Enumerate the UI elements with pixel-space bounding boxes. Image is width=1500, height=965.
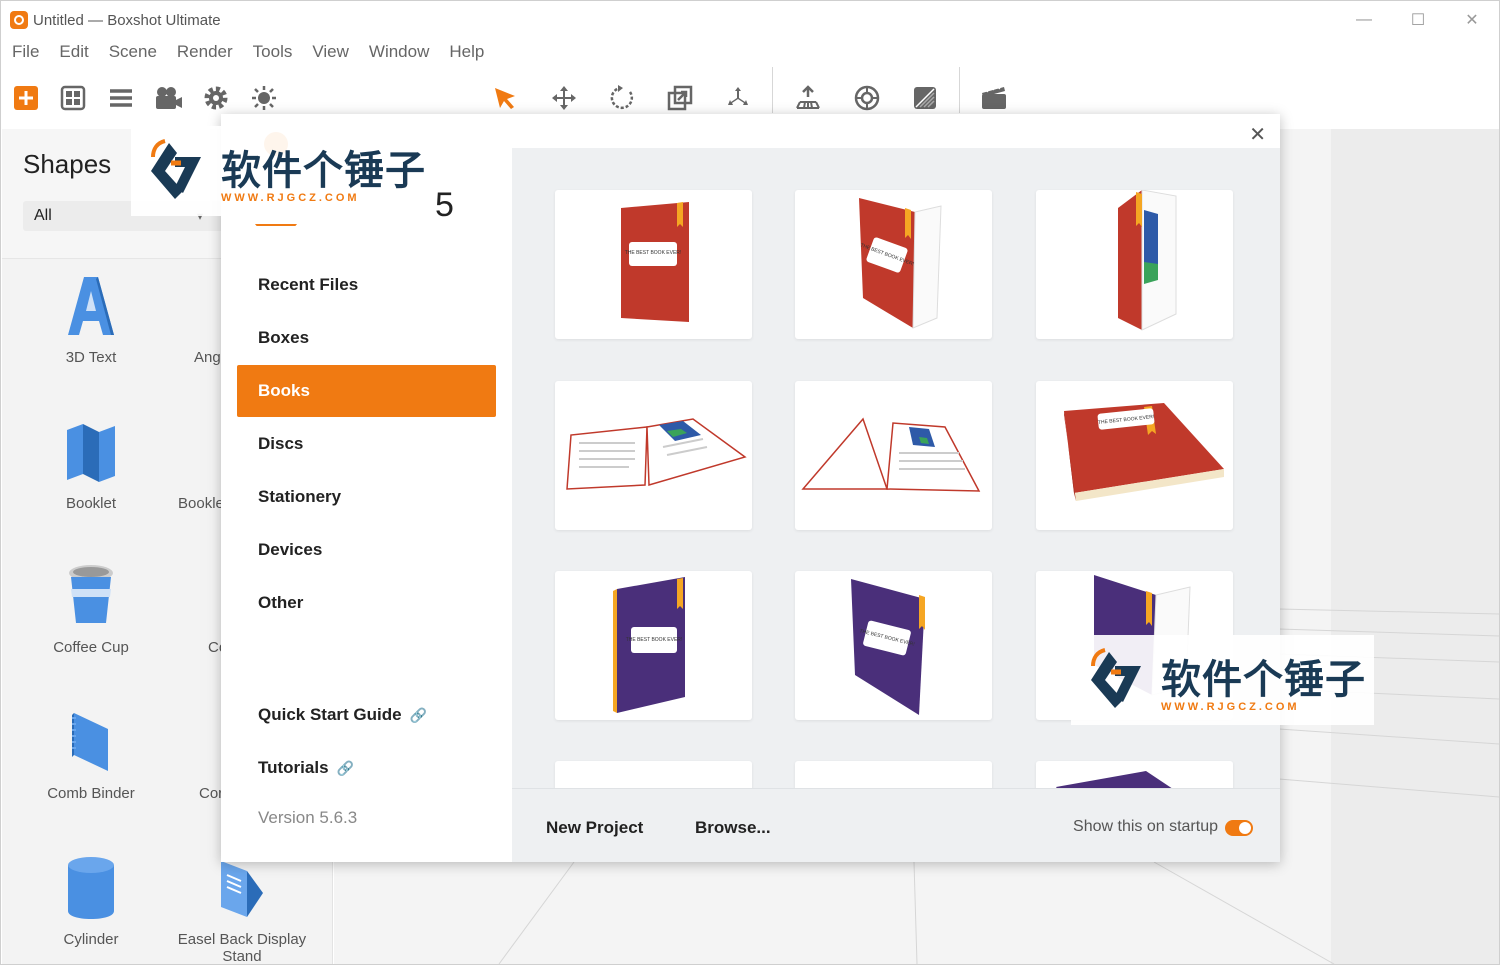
watermark-logo-icon	[151, 139, 201, 199]
window-title: Untitled — Boxshot Ultimate	[33, 11, 221, 29]
watermark-title: 软件个锤子	[1161, 657, 1366, 703]
link-label: Tutorials	[258, 758, 329, 777]
menu-render[interactable]: Render	[167, 39, 243, 65]
category-boxes[interactable]: Boxes	[237, 312, 496, 364]
menu-scene[interactable]: Scene	[99, 39, 167, 65]
book-cover-text: THE BEST BOOK EVER!	[625, 250, 682, 256]
comb-binder-icon	[61, 707, 121, 777]
menu-bar: File Edit Scene Render Tools View Window…	[1, 39, 494, 65]
template-thumbnail[interactable]	[555, 761, 752, 788]
coffee-cup-icon	[61, 561, 121, 631]
light-icon[interactable]	[249, 83, 279, 113]
category-stationery[interactable]: Stationery	[237, 471, 496, 523]
maximize-button[interactable]: ☐	[1391, 1, 1445, 39]
category-books[interactable]: Books	[237, 365, 496, 417]
shape-cylinder[interactable]: Cylinder	[16, 853, 166, 948]
show-on-startup-toggle[interactable]	[1225, 820, 1253, 836]
toolbar-separator	[772, 67, 773, 113]
shape-label: Coffee Cup	[53, 639, 129, 656]
watermark-title: 软件个锤子	[221, 148, 426, 194]
shape-label: Booklet	[65, 495, 117, 512]
pivot-icon[interactable]	[723, 83, 753, 113]
link-label: Quick Start Guide	[258, 705, 402, 724]
3d-text-icon	[61, 271, 121, 341]
window-controls: — ☐ ✕	[1337, 1, 1499, 39]
template-thumbnail[interactable]: THE BEST BOOK EVER!	[795, 190, 992, 339]
move-icon[interactable]	[549, 83, 579, 113]
shape-label: Comb Binder	[47, 785, 135, 802]
list-icon[interactable]	[106, 83, 136, 113]
template-thumbnail[interactable]	[1036, 190, 1233, 339]
category-recent-files[interactable]: Recent Files	[237, 259, 496, 311]
easel-stand-icon	[212, 853, 272, 923]
watermark: 软件个锤子 WWW.RJGCZ.COM	[1071, 635, 1374, 725]
external-link-icon: 🔗	[336, 760, 354, 776]
shape-booklet[interactable]: Booklet	[16, 417, 166, 512]
watermark: 软件个锤子 WWW.RJGCZ.COM	[131, 126, 434, 216]
dialog-footer: New Project Browse... Show this on start…	[512, 788, 1280, 862]
menu-edit[interactable]: Edit	[49, 39, 98, 65]
close-window-button[interactable]: ✕	[1445, 1, 1499, 39]
new-project-button[interactable]: New Project	[546, 818, 643, 838]
logo-version-number: 5	[435, 186, 454, 224]
dialog-sidebar: 5 Recent Files Boxes Books Discs Station…	[221, 114, 512, 862]
template-thumbnail[interactable]: THE BEST BOOK EVER!	[555, 571, 752, 720]
toolbar-separator	[959, 67, 960, 113]
shape-comb-binder[interactable]: Comb Binder	[16, 707, 166, 802]
floor-icon[interactable]	[793, 83, 823, 113]
cylinder-icon	[61, 853, 121, 923]
template-thumbnail[interactable]	[555, 381, 752, 530]
app-logo-icon	[10, 11, 28, 29]
book-cover-text: THE BEST BOOK EVER!	[626, 637, 683, 643]
category-discs[interactable]: Discs	[237, 418, 496, 470]
menu-view[interactable]: View	[302, 39, 359, 65]
menu-help[interactable]: Help	[439, 39, 494, 65]
menu-window[interactable]: Window	[359, 39, 439, 65]
shape-label: Easel Back Display Stand	[177, 931, 307, 965]
template-thumbnail[interactable]: THE BEST BOOK EVER!	[555, 190, 752, 339]
template-thumbnail[interactable]	[795, 761, 992, 788]
rotate-icon[interactable]	[607, 83, 637, 113]
template-thumbnail[interactable]: THE BEST BOOK EVER!	[1036, 381, 1233, 530]
select-arrow-icon[interactable]	[490, 83, 520, 113]
watermark-text-group: 软件个锤子 WWW.RJGCZ.COM	[1161, 647, 1366, 713]
template-thumbnail[interactable]	[795, 381, 992, 530]
material-icon[interactable]	[910, 83, 940, 113]
watermark-text-group: 软件个锤子 WWW.RJGCZ.COM	[221, 138, 426, 204]
scale-icon[interactable]	[665, 83, 695, 113]
shape-label: Cylinder	[63, 931, 119, 948]
app-window: Untitled — Boxshot Ultimate — ☐ ✕ File E…	[0, 0, 1500, 965]
filter-value: All	[34, 207, 52, 224]
focus-icon[interactable]	[852, 83, 882, 113]
version-label: Version 5.6.3	[258, 808, 358, 827]
add-icon[interactable]	[11, 83, 41, 113]
shape-3d-text[interactable]: 3D Text	[16, 271, 166, 366]
show-on-startup-label: Show this on startup	[1073, 818, 1218, 835]
watermark-logo-icon	[1091, 648, 1141, 708]
browse-button[interactable]: Browse...	[695, 818, 771, 838]
tutorials-link[interactable]: Tutorials 🔗	[258, 758, 354, 778]
category-devices[interactable]: Devices	[237, 524, 496, 576]
booklet-icon	[61, 417, 121, 487]
shapes-title: Shapes	[23, 149, 112, 179]
shape-easel-back-display-stand[interactable]: Easel Back Display Stand	[167, 853, 317, 965]
external-link-icon: 🔗	[409, 707, 428, 723]
render-icon[interactable]	[979, 83, 1009, 113]
template-thumbnail[interactable]: THE BEST BOOK EVER!	[795, 571, 992, 720]
shape-coffee-cup[interactable]: Coffee Cup	[16, 561, 166, 656]
menu-tools[interactable]: Tools	[243, 39, 303, 65]
title-bar: Untitled — Boxshot Ultimate — ☐ ✕	[1, 1, 1499, 39]
template-thumbnail[interactable]	[1036, 761, 1233, 788]
category-other[interactable]: Other	[237, 577, 496, 629]
close-icon[interactable]: ✕	[1249, 122, 1266, 147]
shape-label: 3D Text	[65, 349, 117, 366]
gear-icon[interactable]	[201, 83, 231, 113]
quick-start-guide-link[interactable]: Quick Start Guide 🔗	[258, 705, 427, 725]
camera-icon[interactable]	[154, 83, 184, 113]
menu-file[interactable]: File	[1, 39, 49, 65]
welcome-dialog: ✕ 5 Recent Files Boxes Books Discs Stati…	[221, 114, 1280, 862]
grid-icon[interactable]	[58, 83, 88, 113]
minimize-button[interactable]: —	[1337, 1, 1391, 39]
